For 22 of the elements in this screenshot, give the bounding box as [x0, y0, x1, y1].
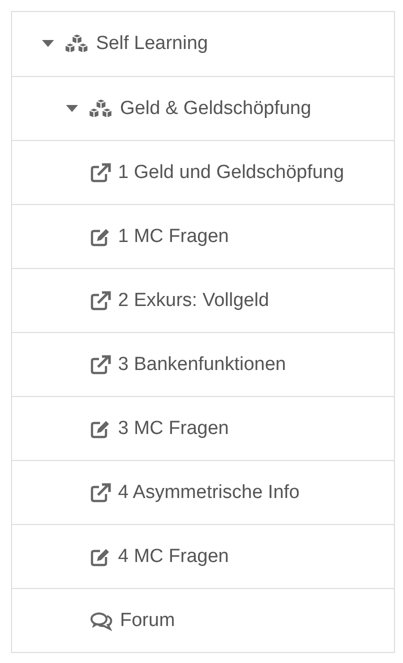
tree-item[interactable]: 3 Bankenfunktionen: [12, 332, 394, 396]
external-link-icon: [90, 354, 112, 374]
tree-item[interactable]: 4 MC Fragen: [12, 524, 394, 588]
external-link-icon: [90, 290, 112, 310]
external-link-icon: [90, 162, 112, 182]
tree-item[interactable]: 1 Geld und Geldschöpfung: [12, 140, 394, 204]
tree-item[interactable]: 3 MC Fragen: [12, 396, 394, 460]
comments-icon: [90, 610, 114, 630]
tree-item[interactable]: 4 Asymmetrische Info: [12, 460, 394, 524]
edit-icon: [90, 226, 112, 246]
tree-item[interactable]: Self Learning: [12, 12, 394, 76]
cubes-icon: [88, 98, 114, 120]
tree-item[interactable]: 2 Exkurs: Vollgeld: [12, 268, 394, 332]
tree-item[interactable]: 1 MC Fragen: [12, 204, 394, 268]
caret-down-icon[interactable]: [42, 40, 54, 48]
cubes-icon: [64, 33, 90, 55]
tree-item[interactable]: Forum: [12, 588, 394, 652]
edit-icon: [90, 546, 112, 566]
edit-icon: [90, 418, 112, 438]
external-link-icon: [90, 482, 112, 502]
tree-item[interactable]: Geld & Geldschöpfung: [12, 76, 394, 140]
caret-down-icon[interactable]: [66, 104, 78, 112]
